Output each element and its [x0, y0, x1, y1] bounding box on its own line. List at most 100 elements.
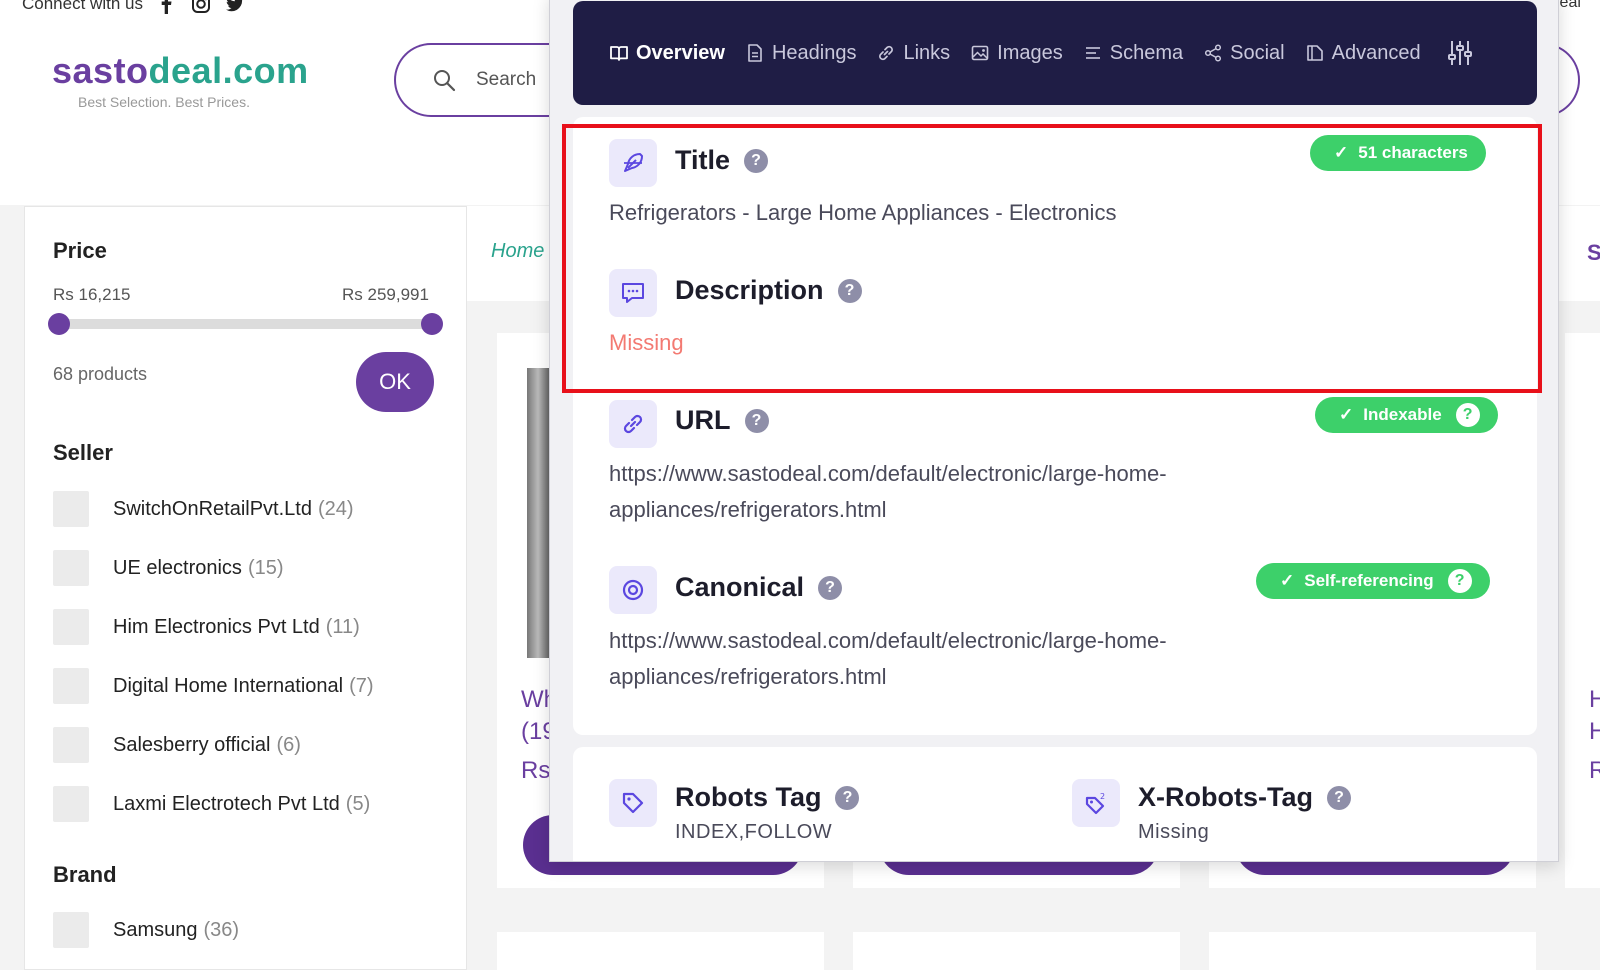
tab-images[interactable]: Images — [970, 42, 1063, 65]
help-icon[interactable]: ? — [1455, 403, 1480, 427]
svg-text:2: 2 — [1100, 792, 1105, 801]
seller-filter-item[interactable]: Digital Home International (7) — [53, 668, 374, 704]
search-icon — [434, 70, 456, 92]
seller-filter-item[interactable]: Him Electronics Pvt Ltd (11) — [53, 609, 360, 645]
seller-filter-item[interactable]: SwitchOnRetailPvt.Ltd (24) — [53, 491, 354, 527]
brand-count: (36) — [203, 918, 240, 941]
twitter-icon[interactable] — [225, 0, 245, 14]
brand-heading: Brand — [53, 862, 117, 887]
canonical-label-text: Canonical — [675, 572, 805, 602]
seller-filter-item[interactable]: UE electronics (15) — [53, 550, 284, 586]
seller-filter-item[interactable]: Salesberry official (6) — [53, 727, 301, 763]
canonical-value-line1[interactable]: https://www.sastodeal.com/default/electr… — [609, 623, 1167, 659]
brand-checkbox[interactable] — [53, 912, 89, 948]
list-icon — [1085, 47, 1100, 59]
social-connect: Connect with us — [22, 0, 245, 14]
tab-headings[interactable]: Headings — [745, 42, 856, 65]
product-subtitle-cut: H — [1589, 718, 1600, 745]
help-icon[interactable]: ? — [818, 575, 843, 600]
robots-tag-label-text: Robots Tag — [675, 782, 822, 812]
robots-tag-label: Robots Tag ? — [675, 782, 860, 813]
tab-overview[interactable]: Overview — [609, 42, 725, 65]
annotation-highlight-box — [562, 124, 1542, 393]
tab-social[interactable]: Social — [1203, 41, 1285, 65]
help-icon[interactable]: ? — [835, 785, 860, 810]
brand-filter-item[interactable]: Samsung (36) — [53, 912, 239, 948]
settings-sliders-button[interactable] — [1445, 38, 1475, 68]
price-slider-min-handle[interactable] — [48, 313, 70, 335]
seller-checkbox[interactable] — [53, 786, 89, 822]
price-slider-max-handle[interactable] — [421, 313, 443, 335]
book-icon — [610, 46, 628, 61]
self-referencing-text: Self-referencing — [1304, 571, 1434, 590]
check-icon: ✓ — [1339, 405, 1354, 424]
help-icon[interactable]: ? — [1326, 785, 1351, 810]
facebook-icon[interactable] — [157, 0, 177, 14]
x-robots-tag-label: X-Robots-Tag ? — [1138, 782, 1351, 813]
product-title-cut[interactable]: H — [1589, 686, 1600, 714]
price-max-label: Rs 259,991 — [342, 285, 429, 304]
tab-schema-label: Schema — [1109, 41, 1184, 64]
seller-checkbox[interactable] — [53, 668, 89, 704]
tab-links[interactable]: Links — [876, 42, 950, 65]
tab-images-label: Images — [997, 41, 1063, 64]
help-icon[interactable]: ? — [1447, 569, 1472, 593]
seller-count: (15) — [247, 556, 284, 579]
seo-nav-bar: Overview Headings Links Images Schema So… — [573, 1, 1537, 105]
seller-count: (24) — [317, 497, 354, 520]
seller-count: (7) — [349, 674, 374, 697]
seller-name: Laxmi Electrotech Pvt Ltd — [113, 792, 340, 815]
self-referencing-badge: ✓ Self-referencing ? — [1256, 563, 1490, 599]
tag-squared-icon: 2 — [1085, 792, 1105, 815]
site-logo[interactable]: sastodeal.com Best Selection. Best Price… — [52, 50, 309, 110]
help-icon[interactable]: ? — [744, 408, 769, 433]
header-right-text: leal — [1556, 0, 1581, 11]
price-min-label: Rs 16,215 — [53, 285, 131, 304]
product-card[interactable] — [497, 932, 824, 970]
tab-advanced[interactable]: Advanced — [1305, 42, 1421, 65]
sliders-icon — [1447, 41, 1472, 65]
document-icon — [748, 44, 762, 62]
x-robots-tag-label-text: X-Robots-Tag — [1138, 782, 1313, 812]
seller-count: (11) — [325, 615, 360, 638]
price-heading: Price — [53, 238, 107, 263]
image-icon — [971, 45, 989, 61]
robots-tag-value: INDEX,FOLLOW — [675, 821, 833, 843]
product-card[interactable] — [1209, 932, 1536, 970]
indexable-text: Indexable — [1363, 405, 1442, 424]
instagram-icon[interactable] — [191, 0, 211, 14]
connect-label: Connect with us — [22, 0, 143, 13]
url-value-line2[interactable]: appliances/refrigerators.html — [609, 492, 887, 528]
url-value-line1[interactable]: https://www.sastodeal.com/default/electr… — [609, 456, 1167, 492]
seller-name: UE electronics — [113, 556, 242, 579]
indexable-badge: ✓ Indexable ? — [1315, 397, 1498, 433]
seller-checkbox[interactable] — [53, 609, 89, 645]
seller-filter-item[interactable]: Laxmi Electrotech Pvt Ltd (5) — [53, 786, 370, 822]
seller-checkbox[interactable] — [53, 727, 89, 763]
robots-tag-field-icon — [609, 779, 657, 827]
share-icon — [1205, 44, 1222, 62]
price-slider-track[interactable] — [59, 319, 432, 329]
seller-name: Salesberry official — [113, 733, 271, 756]
seller-name: Digital Home International — [113, 674, 344, 697]
brand-name: Samsung — [113, 918, 198, 941]
canonical-label: Canonical ? — [675, 572, 843, 603]
seller-name: Him Electronics Pvt Ltd — [113, 615, 320, 638]
tab-schema[interactable]: Schema — [1083, 42, 1183, 65]
price-ok-button[interactable]: OK — [356, 352, 434, 412]
product-card[interactable] — [853, 932, 1180, 970]
canonical-value-line2[interactable]: appliances/refrigerators.html — [609, 659, 887, 695]
tab-social-label: Social — [1230, 41, 1285, 64]
url-field-icon — [609, 400, 657, 448]
url-label-text: URL — [675, 405, 731, 435]
seller-checkbox[interactable] — [53, 550, 89, 586]
tab-overview-label: Overview — [636, 41, 725, 64]
breadcrumb-home[interactable]: Home — [491, 240, 544, 263]
product-image[interactable] — [527, 368, 549, 658]
seller-heading: Seller — [53, 440, 113, 465]
tab-advanced-label: Advanced — [1331, 41, 1421, 64]
seller-checkbox[interactable] — [53, 491, 89, 527]
product-card[interactable] — [1565, 333, 1600, 888]
sort-label-cut: S — [1587, 240, 1600, 265]
logo-part1: sasto — [52, 50, 149, 91]
